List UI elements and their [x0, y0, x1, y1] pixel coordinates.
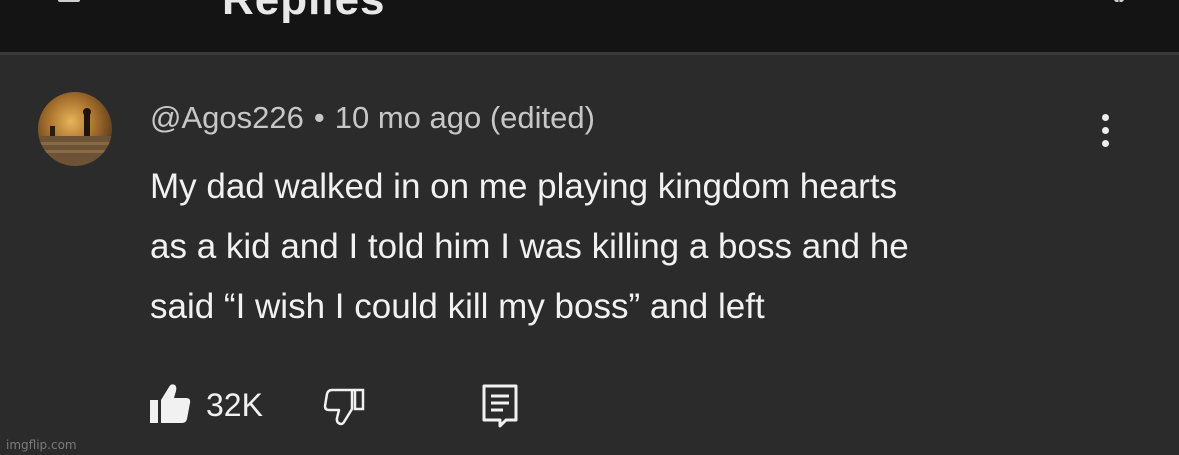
comment-author[interactable]: @Agos226 — [150, 100, 304, 135]
more-options-button[interactable] — [1090, 110, 1122, 152]
close-icon[interactable] — [1108, 0, 1130, 2]
like-count: 32K — [206, 386, 263, 423]
comment-timestamp: 10 mo ago (edited) — [334, 100, 595, 135]
replies-panel: Replies @Agos — [0, 0, 1179, 455]
back-arrow-icon[interactable] — [58, 0, 80, 2]
replies-header: Replies — [0, 0, 1179, 52]
comment-line: My dad walked in on me playing kingdom h… — [150, 167, 898, 206]
thumbs-down-icon — [318, 388, 370, 434]
header-divider — [0, 52, 1179, 55]
header-title: Replies — [222, 0, 386, 22]
meta-separator: • — [313, 100, 325, 135]
comment-body: My dad walked in on me playing kingdom h… — [150, 157, 1110, 337]
dislike-button[interactable] — [318, 380, 370, 430]
reply-comment-icon — [476, 384, 528, 434]
like-button[interactable]: 32K — [148, 380, 263, 430]
thumbs-up-icon — [148, 381, 192, 430]
comment-line: said “I wish I could kill my boss” and l… — [150, 287, 765, 326]
watermark: imgflip.com — [6, 438, 77, 452]
comment-line: as a kid and I told him I was killing a … — [150, 227, 909, 266]
reply-button[interactable] — [476, 380, 528, 430]
comment-meta: @Agos226 • 10 mo ago (edited) — [150, 98, 595, 138]
avatar[interactable] — [38, 92, 112, 166]
